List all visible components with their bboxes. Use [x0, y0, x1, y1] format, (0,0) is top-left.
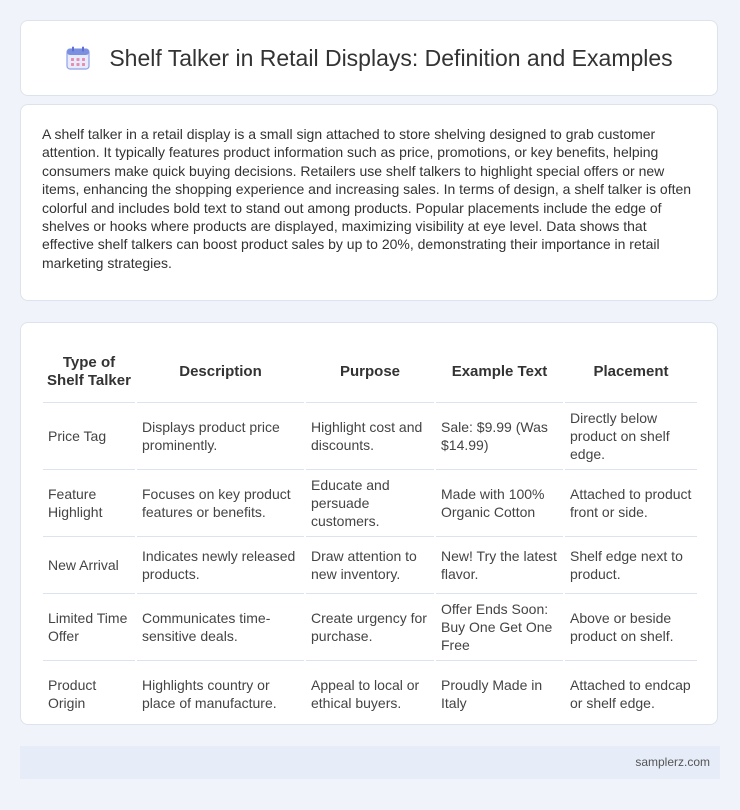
footer-site-link[interactable]: samplerz.com — [635, 755, 710, 769]
table-cell: Sale: $9.99 (Was $14.99) — [436, 402, 563, 469]
table-row: Product Origin Highlights country or pla… — [43, 660, 697, 727]
table-row: New Arrival Indicates newly released pro… — [43, 536, 697, 593]
table-cell: Attached to product front or side. — [565, 469, 697, 536]
table-cell: New! Try the latest flavor. — [436, 536, 563, 593]
table-cell: Draw attention to new inventory. — [306, 536, 434, 593]
table-cell: Displays product price prominently. — [137, 402, 304, 469]
table-cell: Educate and persuade customers. — [306, 469, 434, 536]
column-header: Placement — [593, 363, 669, 380]
table-card: Type of Shelf Talker Description Purpose… — [20, 322, 718, 725]
description-card: A shelf talker in a retail display is a … — [20, 104, 718, 301]
column-header: Type of Shelf Talker — [47, 354, 131, 389]
column-header: Example Text — [451, 363, 548, 380]
table-cell: Focuses on key product features or benef… — [137, 469, 304, 536]
table-row: Limited Time Offer Communicates time-sen… — [43, 593, 697, 660]
table-cell: New Arrival — [43, 536, 135, 593]
column-header: Description — [179, 363, 262, 380]
table-row: Feature Highlight Focuses on key product… — [43, 469, 697, 536]
table-cell: Create urgency for purchase. — [306, 593, 434, 660]
table-cell: Communicates time-sensitive deals. — [137, 593, 304, 660]
table-cell: Offer Ends Soon: Buy One Get One Free — [436, 593, 563, 660]
table-row: Price Tag Displays product price promine… — [43, 402, 697, 469]
table-cell: Appeal to local or ethical buyers. — [306, 660, 434, 727]
page-title: Shelf Talker in Retail Displays: Definit… — [109, 44, 673, 71]
table-cell: Highlights country or place of manufactu… — [137, 660, 304, 727]
table-cell: Price Tag — [43, 402, 135, 469]
table-cell: Attached to endcap or shelf edge. — [565, 660, 697, 727]
footer: samplerz.com — [20, 746, 720, 779]
table-cell: Made with 100% Organic Cotton — [436, 469, 563, 536]
description-text: A shelf talker in a retail display is a … — [42, 126, 692, 271]
table-cell: Shelf edge next to product. — [565, 536, 697, 593]
table-cell: Feature Highlight — [43, 469, 135, 536]
table-cell: Highlight cost and discounts. — [306, 402, 434, 469]
table-header-row: Type of Shelf Talker Description Purpose… — [43, 342, 697, 402]
table-cell: Product Origin — [43, 660, 135, 727]
shelf-talker-table: Type of Shelf Talker Description Purpose… — [41, 342, 699, 727]
table-cell: Limited Time Offer — [43, 593, 135, 660]
table-cell: Above or beside product on shelf. — [565, 593, 697, 660]
table-cell: Indicates newly released products. — [137, 536, 304, 593]
table-cell: Directly below product on shelf edge. — [565, 402, 697, 469]
table-cell: Proudly Made in Italy — [436, 660, 563, 727]
column-header: Purpose — [339, 363, 400, 380]
title-card: Shelf Talker in Retail Displays: Definit… — [20, 20, 718, 96]
calendar-icon — [66, 46, 90, 70]
